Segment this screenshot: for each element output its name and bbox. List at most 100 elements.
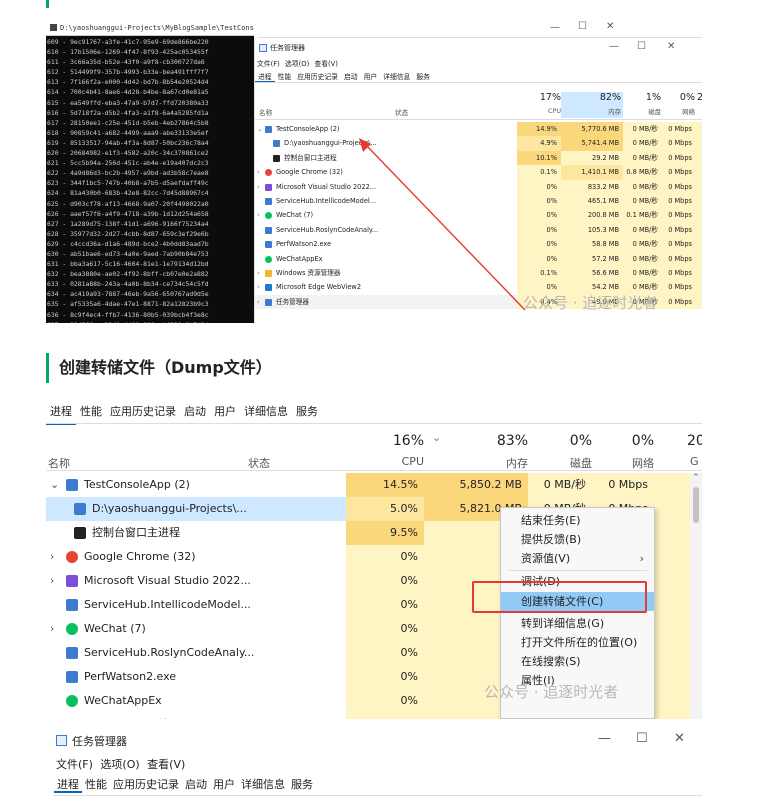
app-window-icon xyxy=(66,479,78,491)
tm3-tabs: 进程 性能 应用历史记录 启动 用户 详细信息 服务 xyxy=(54,776,702,796)
tab-users[interactable]: 用户 xyxy=(361,71,381,81)
tm2-column-header: 名称 状态 16% CPU ⌄ 83% 内存 0% 磁盘 0% 网络 20 G xyxy=(46,425,702,471)
process-gpu-cell xyxy=(695,179,702,194)
col-status[interactable]: 状态 xyxy=(395,107,408,117)
tab-startup[interactable]: 启动 xyxy=(182,778,210,791)
hdr-disk[interactable]: 磁盘 xyxy=(528,455,592,471)
watermark-1: 公众号 · 追逐时光者 xyxy=(523,294,658,312)
col-name[interactable]: 名称 xyxy=(48,455,70,471)
menu-item-feedback[interactable]: 提供反馈(B) xyxy=(501,530,654,549)
tab-performance[interactable]: 性能 xyxy=(76,401,106,423)
process-disk: 0 MB/秒 xyxy=(528,473,592,497)
tm1-maximize-icon[interactable]: ☐ xyxy=(637,41,646,52)
process-cpu: 14.9% xyxy=(517,122,561,137)
expand-chevron-icon[interactable]: › xyxy=(257,208,260,222)
menu-view[interactable]: 查看(V) xyxy=(314,60,338,68)
tab-performance[interactable]: 性能 xyxy=(82,778,110,791)
hdr-cpu[interactable]: CPU xyxy=(517,107,561,115)
expand-chevron-icon[interactable]: › xyxy=(257,266,260,280)
menu-view[interactable]: 查看(V) xyxy=(147,758,185,771)
app-window-icon xyxy=(74,503,86,515)
expand-chevron-icon[interactable]: › xyxy=(257,280,260,294)
chrome-icon xyxy=(265,169,272,177)
scrollbar-thumb[interactable] xyxy=(693,487,699,523)
tab-startup[interactable]: 启动 xyxy=(180,401,210,423)
tm3-menubar: 文件(F) 选项(O) 查看(V) xyxy=(56,756,185,772)
tm3-close-icon[interactable]: ✕ xyxy=(674,731,685,746)
tm3-maximize-icon[interactable]: ☐ xyxy=(636,731,648,746)
expand-chevron-icon[interactable]: › xyxy=(50,617,60,641)
tab-details[interactable]: 详细信息 xyxy=(380,71,413,81)
menu-options[interactable]: 选项(O) xyxy=(100,758,139,771)
col-name[interactable]: 名称 xyxy=(259,107,272,117)
process-row[interactable]: ⌄ TestConsoleApp (2) 14.5% 5,850.2 MB 0 MB/秒… xyxy=(46,473,702,497)
menu-separator xyxy=(509,570,647,571)
tab-details[interactable]: 详细信息 xyxy=(240,401,292,423)
minimize-icon[interactable]: — xyxy=(550,22,560,33)
hdr-net[interactable]: 网络 xyxy=(592,455,654,471)
process-name: Microsoft Edge WebView2 xyxy=(276,283,362,292)
tm2-tabs: 进程 性能 应用历史记录 启动 用户 详细信息 服务 xyxy=(46,401,322,425)
hdr-cpu[interactable]: CPU xyxy=(346,455,424,468)
console-line: 616 - 5d718f2a-d5b2-4fa3-a1f8-6a4a5285fd… xyxy=(47,108,209,117)
process-memory: 465.1 MB xyxy=(561,194,623,209)
expand-chevron-icon[interactable]: ⌄ xyxy=(257,122,263,136)
process-disk: 0 MB/秒 xyxy=(623,122,661,137)
menu-item-search-online[interactable]: 在线搜索(S) xyxy=(501,652,654,671)
tab-details[interactable]: 详细信息 xyxy=(238,778,288,791)
tab-processes[interactable]: 进程 xyxy=(46,401,76,425)
expand-chevron-icon[interactable]: › xyxy=(257,295,260,309)
tab-app-history[interactable]: 应用历史记录 xyxy=(294,71,341,81)
hdr-disk-pct: 1% xyxy=(645,92,661,103)
process-row[interactable]: ⌄ TestConsoleApp (2) 14.9% 5,770.6 MB 0 MB/秒… xyxy=(255,122,702,137)
tab-app-history[interactable]: 应用历史记录 xyxy=(106,401,180,423)
expand-chevron-icon[interactable]: › xyxy=(257,165,260,179)
screenshot-create-dump-file: 进程 性能 应用历史记录 启动 用户 详细信息 服务 名称 状态 16% CPU ⌄ 83%… xyxy=(46,401,702,719)
scroll-up-icon[interactable]: ⌃ xyxy=(692,473,700,483)
tab-services[interactable]: 服务 xyxy=(292,401,322,423)
tab-performance[interactable]: 性能 xyxy=(275,71,295,81)
hdr-gpu[interactable]: G xyxy=(690,455,699,468)
tm1-close-icon[interactable]: ✕ xyxy=(667,41,675,52)
hdr-disk[interactable]: 磁盘 xyxy=(623,107,661,116)
menu-file[interactable]: 文件(F) xyxy=(257,60,280,68)
hdr-net[interactable]: 网络 xyxy=(661,107,695,116)
task-manager-icon xyxy=(265,298,272,306)
process-memory: 5,770.6 MB xyxy=(561,122,623,137)
tab-users[interactable]: 用户 xyxy=(210,401,240,423)
tab-users[interactable]: 用户 xyxy=(210,778,238,791)
expand-chevron-icon[interactable]: › xyxy=(50,545,60,569)
tm3-minimize-icon[interactable]: — xyxy=(598,731,611,746)
maximize-icon[interactable]: ☐ xyxy=(578,21,587,32)
tab-services[interactable]: 服务 xyxy=(288,778,316,791)
tab-processes[interactable]: 进程 xyxy=(255,71,275,82)
close-icon[interactable]: ✕ xyxy=(606,21,614,32)
tab-startup[interactable]: 启动 xyxy=(341,71,361,81)
menu-options[interactable]: 选项(O) xyxy=(285,60,309,68)
expand-chevron-icon[interactable]: ⌄ xyxy=(50,473,60,497)
menu-file[interactable]: 文件(F) xyxy=(56,758,93,771)
menu-item-resource-values[interactable]: 资源值(V) › xyxy=(501,549,654,568)
menu-item-go-to-details[interactable]: 转到详细信息(G) xyxy=(501,614,654,633)
hdr-gpu-pct: 20 xyxy=(687,433,702,449)
tab-processes[interactable]: 进程 xyxy=(54,778,82,793)
console-titlebar-right: — ☐ ✕ xyxy=(258,20,702,38)
hdr-mem[interactable]: 内存 xyxy=(424,455,528,471)
console-line: 614 - 700c4b41-8ae6-4d28-b4be-8a67cd0e81… xyxy=(47,88,209,97)
console-line: 627 - 1a289d75-138f-41d1-a696-9166f75234… xyxy=(47,219,209,228)
console-title: D:\yaoshuanggui-Projects\MyBlogSample\Te… xyxy=(60,24,254,32)
menu-item-open-file-location[interactable]: 打开文件所在的位置(O) xyxy=(501,633,654,652)
process-cpu: 0% xyxy=(346,545,424,569)
col-status[interactable]: 状态 xyxy=(248,455,270,471)
process-gpu-cell xyxy=(654,473,690,497)
hdr-mem[interactable]: 内存 xyxy=(561,107,621,116)
scrollbar[interactable]: ⌃ xyxy=(690,473,702,719)
expand-chevron-icon[interactable]: › xyxy=(257,180,260,194)
hdr-mem-pct: 83% xyxy=(496,433,528,449)
tab-services[interactable]: 服务 xyxy=(413,71,433,81)
tm1-column-header: 名称 状态 17% CPU ⌄ 82% 内存 1% 磁盘 0% 网络 22 xyxy=(255,88,702,120)
expand-chevron-icon[interactable]: › xyxy=(50,569,60,593)
menu-item-end-task[interactable]: 结束任务(E) xyxy=(501,511,654,530)
tab-app-history[interactable]: 应用历史记录 xyxy=(110,778,182,791)
tm1-minimize-icon[interactable]: — xyxy=(609,41,619,52)
